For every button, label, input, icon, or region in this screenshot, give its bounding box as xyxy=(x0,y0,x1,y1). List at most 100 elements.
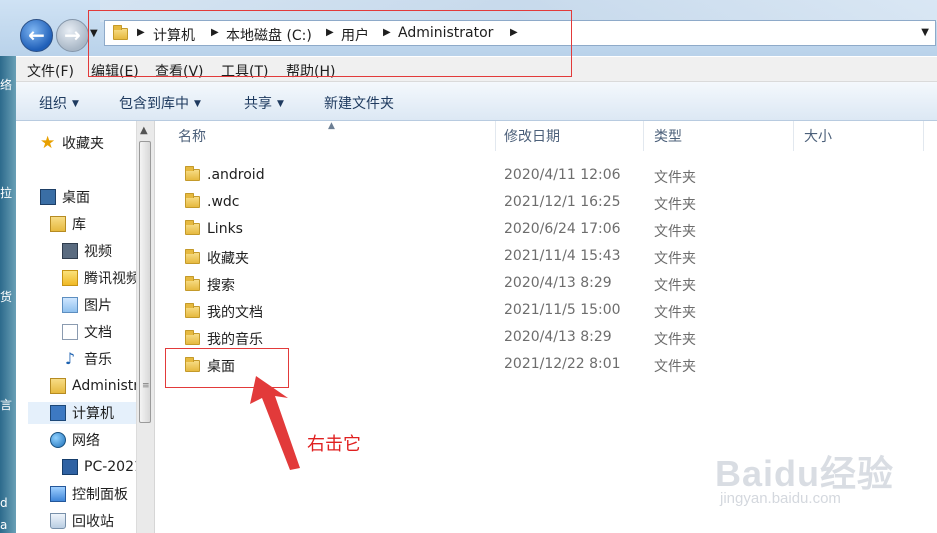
file-name-cell: .wdc xyxy=(185,193,240,210)
include-in-library-button[interactable]: 包含到库中 ▼ xyxy=(119,93,201,113)
file-name: 我的文档 xyxy=(207,305,263,321)
address-highlight-box xyxy=(88,10,572,77)
nav-network[interactable]: 网络 xyxy=(50,429,100,451)
share-label: 共享 xyxy=(244,96,272,112)
desktop-icon xyxy=(40,189,56,205)
file-name: Links xyxy=(207,221,243,237)
share-button[interactable]: 共享 ▼ xyxy=(244,93,284,113)
document-icon xyxy=(62,324,78,340)
file-type: 文件夹 xyxy=(654,305,696,321)
nav-favorites[interactable]: ★ 收藏夹 xyxy=(40,132,104,154)
chevron-down-icon: ▼ xyxy=(72,99,79,109)
nav-recycle-bin[interactable]: 回收站 xyxy=(50,510,114,532)
file-date: 2021/12/22 8:01 xyxy=(504,356,621,372)
nav-control-panel[interactable]: 控制面板 xyxy=(50,483,128,505)
file-date: 2020/4/11 12:06 xyxy=(504,167,621,183)
table-row[interactable]: 搜索 2020/4/13 8:29 文件夹 xyxy=(175,270,875,297)
file-name: .wdc xyxy=(207,194,240,210)
column-label: 大小 xyxy=(804,129,832,145)
edge-char: 拉 xyxy=(0,186,13,200)
nav-label: 文档 xyxy=(84,325,112,341)
nav-computer[interactable]: 计算机 xyxy=(28,402,152,424)
nav-label: 视频 xyxy=(84,244,112,260)
column-size[interactable]: 大小 xyxy=(794,121,924,151)
folder-icon xyxy=(185,193,200,208)
nav-label: 音乐 xyxy=(84,352,112,368)
column-label: 名称 xyxy=(178,129,206,145)
table-row[interactable]: .wdc 2021/12/1 16:25 文件夹 xyxy=(175,189,875,216)
edge-char: 货 xyxy=(0,290,13,304)
desktop-edge: 络 拉 货 言 d a xyxy=(0,56,16,533)
table-row[interactable]: .android 2020/4/11 12:06 文件夹 xyxy=(175,162,875,189)
scroll-up-icon[interactable]: ▲ xyxy=(140,125,148,136)
chevron-down-icon: ▼ xyxy=(277,99,284,109)
nav-documents[interactable]: 文档 xyxy=(62,321,112,343)
column-label: 类型 xyxy=(654,129,682,145)
nav-desktop[interactable]: 桌面 xyxy=(40,186,90,208)
new-folder-button[interactable]: 新建文件夹 xyxy=(324,93,394,113)
nav-label: 回收站 xyxy=(72,514,114,530)
file-type: 文件夹 xyxy=(654,332,696,348)
file-type: 文件夹 xyxy=(654,278,696,294)
column-name[interactable]: 名称 xyxy=(168,121,496,151)
forward-button[interactable]: → xyxy=(56,19,89,52)
file-date: 2020/6/24 17:06 xyxy=(504,221,621,237)
recycle-bin-icon xyxy=(50,513,66,529)
nav-label: 图片 xyxy=(84,298,112,314)
menu-file[interactable]: 文件(F) xyxy=(27,61,74,81)
file-type: 文件夹 xyxy=(654,359,696,375)
chevron-down-icon[interactable]: ▼ xyxy=(921,27,929,38)
nav-label: 收藏夹 xyxy=(62,136,104,152)
nav-music[interactable]: ♪ 音乐 xyxy=(62,348,112,370)
nav-libraries[interactable]: 库 xyxy=(50,213,86,235)
nav-pc[interactable]: PC-2021 xyxy=(62,456,143,478)
nav-pictures[interactable]: 图片 xyxy=(62,294,112,316)
table-row[interactable]: 我的音乐 2020/4/13 8:29 文件夹 xyxy=(175,324,875,351)
nav-scrollbar[interactable]: ▲ ≡ xyxy=(136,121,154,533)
organize-button[interactable]: 组织 ▼ xyxy=(39,93,79,113)
nav-label: 计算机 xyxy=(72,406,114,422)
arrow-right-icon: → xyxy=(64,23,81,47)
file-date: 2021/12/1 16:25 xyxy=(504,194,621,210)
file-name-cell: 我的文档 xyxy=(185,302,263,322)
music-note-icon: ♪ xyxy=(64,349,76,368)
folder-icon xyxy=(185,303,200,318)
library-icon xyxy=(50,216,66,232)
control-panel-icon xyxy=(50,486,66,502)
back-button[interactable]: ← xyxy=(20,19,53,52)
file-date: 2020/4/13 8:29 xyxy=(504,275,612,291)
nav-label: 控制面板 xyxy=(72,487,128,503)
nav-label: PC-2021 xyxy=(84,459,143,475)
file-name-cell: 我的音乐 xyxy=(185,329,263,349)
column-date-modified[interactable]: 修改日期 xyxy=(494,121,644,151)
include-in-library-label: 包含到库中 xyxy=(119,96,189,112)
file-name: 我的音乐 xyxy=(207,332,263,348)
table-row[interactable]: 收藏夹 2021/11/4 15:43 文件夹 xyxy=(175,243,875,270)
file-name-cell: 搜索 xyxy=(185,275,235,295)
column-label: 修改日期 xyxy=(504,129,560,145)
table-row[interactable]: 我的文档 2021/11/5 15:00 文件夹 xyxy=(175,297,875,324)
chevron-down-icon: ▼ xyxy=(194,99,201,109)
network-icon xyxy=(50,432,66,448)
file-name: .android xyxy=(207,167,265,183)
grip-icon: ≡ xyxy=(142,381,150,391)
star-icon: ★ xyxy=(40,133,56,153)
navigation-pane: ★收藏夹 桌面 库 视频 腾讯视频 图片 文档 ♪音乐 Administrato… xyxy=(16,121,155,533)
computer-icon xyxy=(62,459,78,475)
nav-label: 腾讯视频 xyxy=(84,271,140,287)
video-icon xyxy=(62,243,78,259)
folder-icon xyxy=(185,220,200,235)
file-name: 搜索 xyxy=(207,278,235,294)
arrow-left-icon: ← xyxy=(28,23,45,47)
nav-tencent-video[interactable]: 腾讯视频 xyxy=(62,267,140,289)
column-type[interactable]: 类型 xyxy=(644,121,794,151)
file-date: 2021/11/5 15:00 xyxy=(504,302,621,318)
new-folder-label: 新建文件夹 xyxy=(324,96,394,112)
watermark-url: jingyan.baidu.com xyxy=(720,490,841,507)
search-folder-icon xyxy=(185,276,200,291)
folder-icon xyxy=(185,166,200,181)
nav-videos[interactable]: 视频 xyxy=(62,240,112,262)
table-row[interactable]: Links 2020/6/24 17:06 文件夹 xyxy=(175,216,875,243)
file-type: 文件夹 xyxy=(654,197,696,213)
file-name: 收藏夹 xyxy=(207,251,249,267)
